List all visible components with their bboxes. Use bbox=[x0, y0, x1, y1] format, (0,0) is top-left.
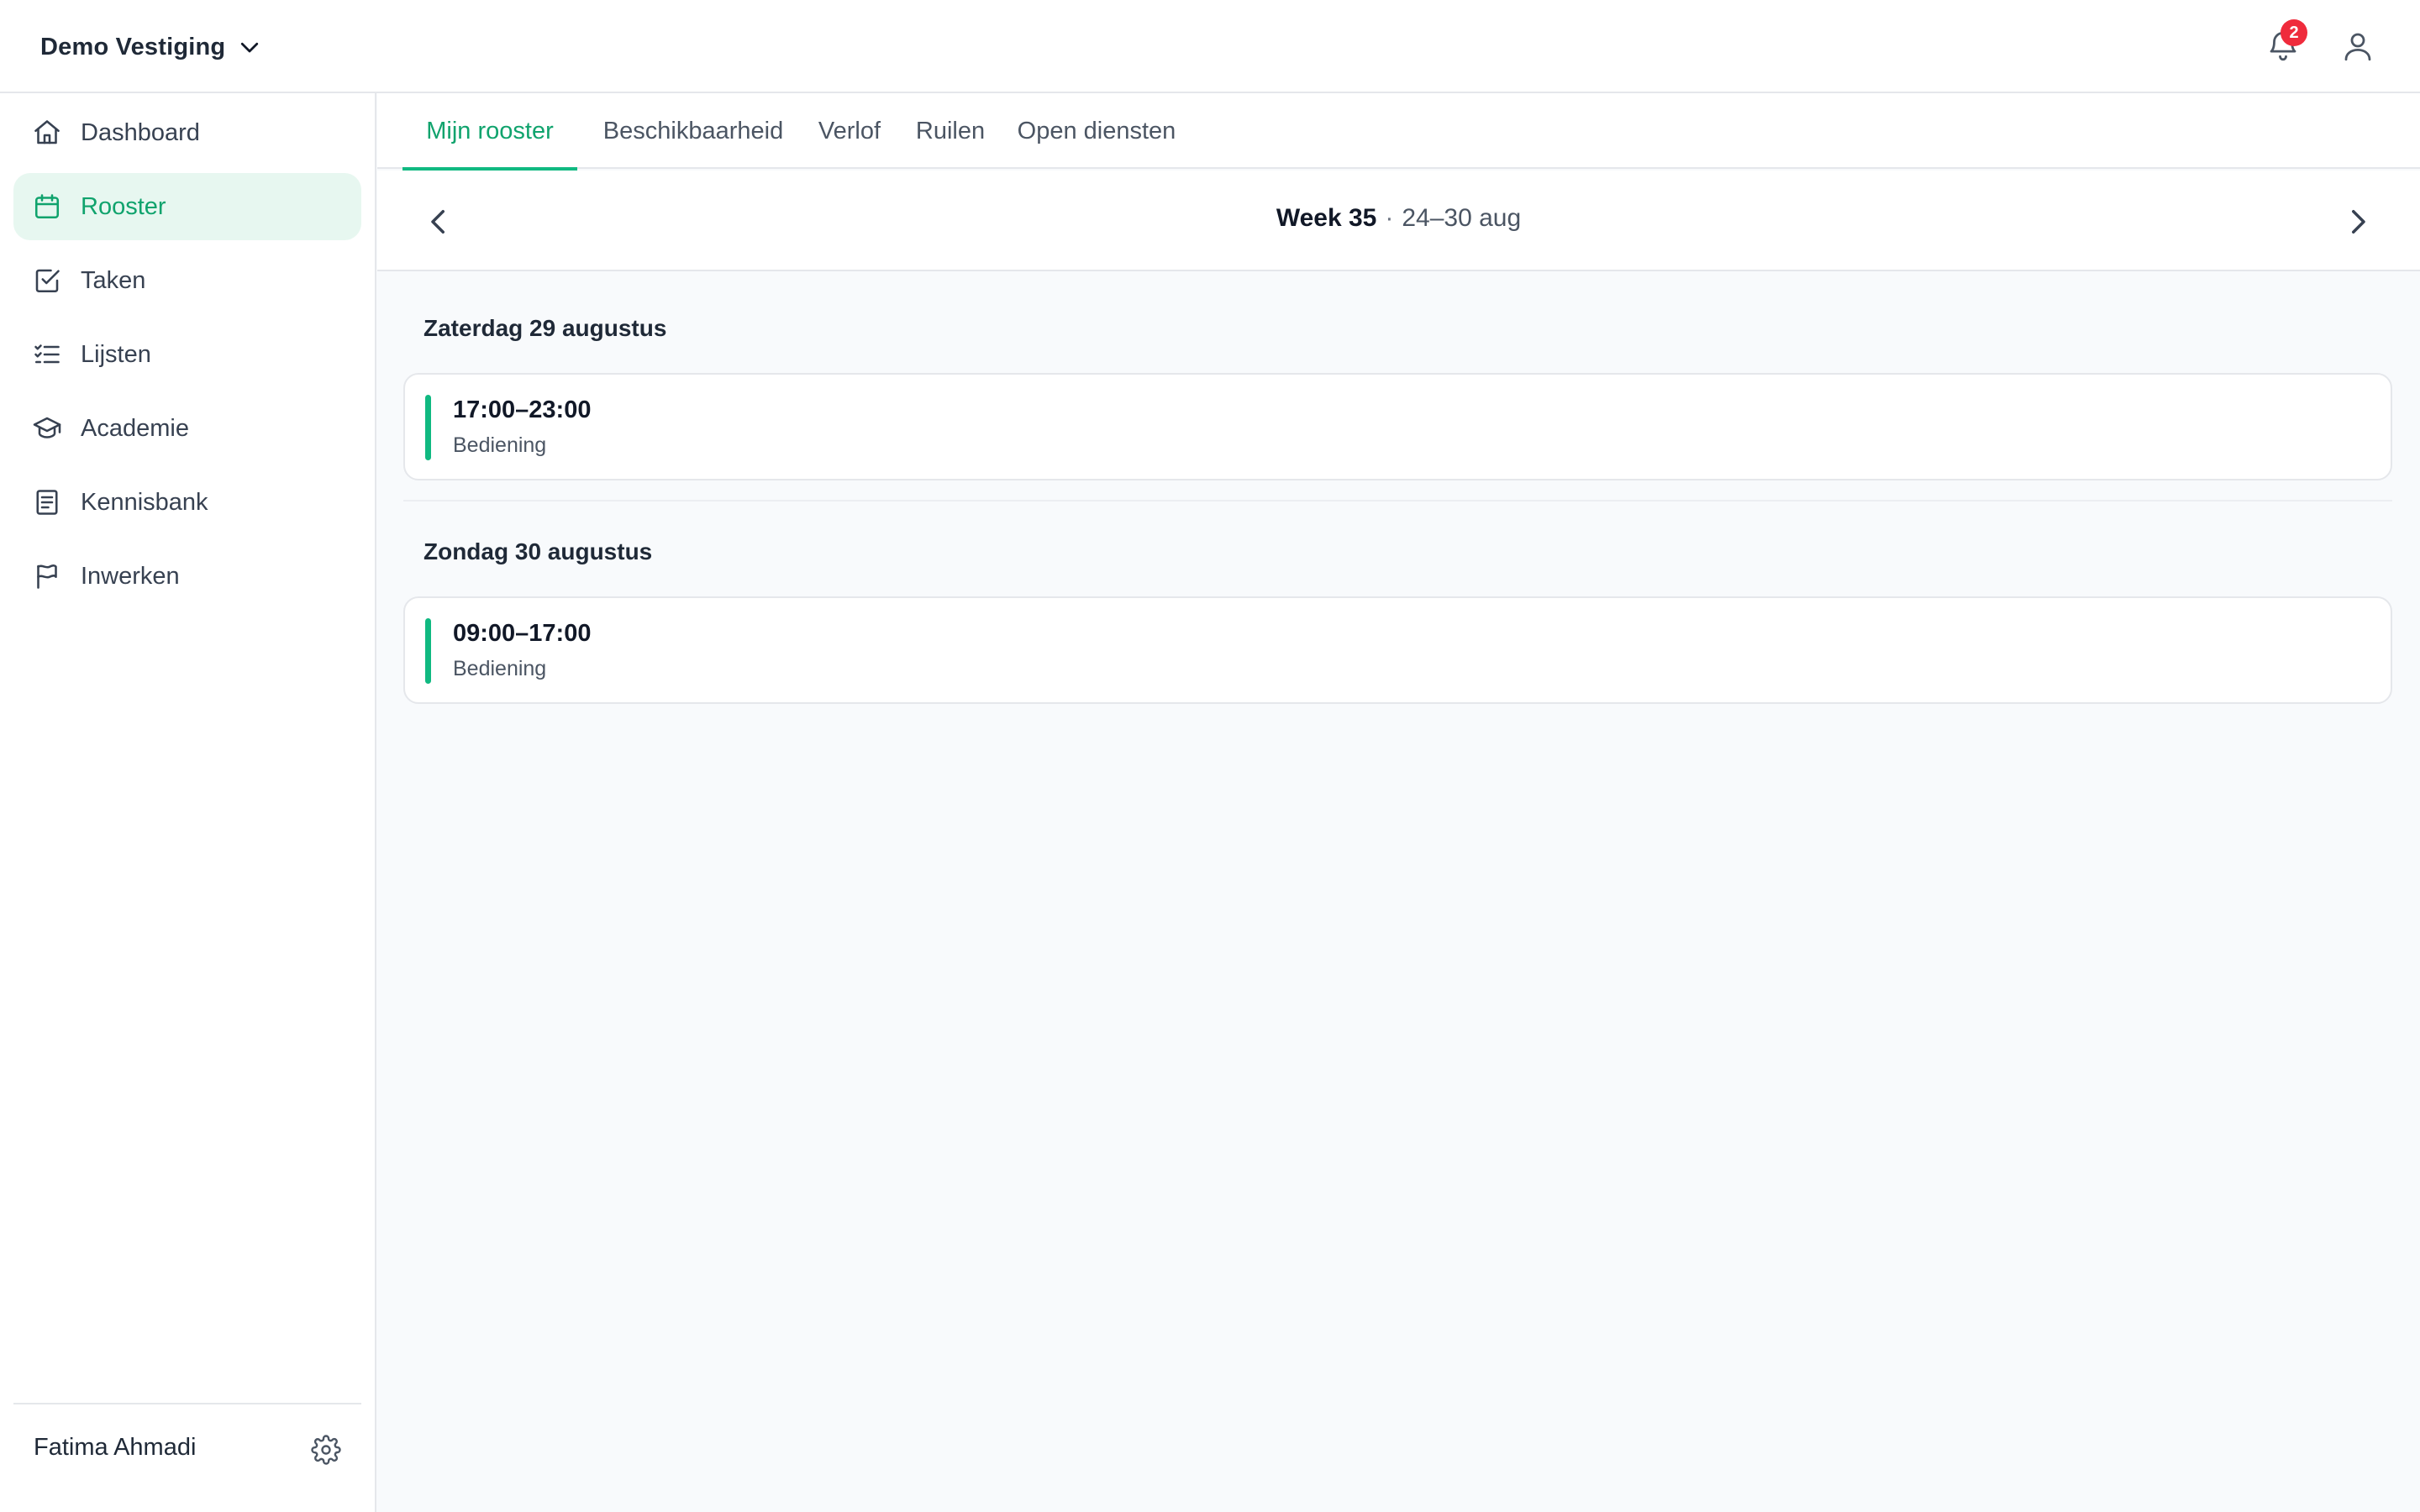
chevron-right-icon bbox=[2340, 204, 2375, 239]
week-navigator: Week 35 · 24–30 aug bbox=[377, 171, 2420, 271]
top-bar: Demo Vestiging 2 bbox=[0, 0, 2420, 93]
chevron-down-icon bbox=[237, 34, 262, 60]
sidebar-item-label: Rooster bbox=[81, 192, 166, 220]
week-date-range: 24–30 aug bbox=[1402, 204, 1522, 232]
week-number: Week 35 bbox=[1276, 204, 1377, 232]
day-divider bbox=[403, 500, 2392, 501]
shift-role: Bediening bbox=[453, 657, 547, 680]
shift-accent-bar bbox=[425, 395, 431, 460]
list-icon bbox=[32, 339, 62, 370]
book-icon bbox=[32, 487, 62, 517]
sidebar-item-label: Inwerken bbox=[81, 562, 180, 590]
checkbox-icon bbox=[32, 265, 62, 296]
gear-icon bbox=[311, 1435, 343, 1465]
user-menu-button[interactable] bbox=[2340, 29, 2379, 67]
location-switcher[interactable]: Demo Vestiging bbox=[40, 25, 262, 69]
calendar-icon bbox=[32, 192, 62, 222]
notification-badge: 2 bbox=[2281, 19, 2307, 46]
sidebar-item-kennisbank[interactable]: Kennisbank bbox=[13, 469, 361, 536]
graduation-cap-icon bbox=[32, 413, 62, 444]
sidebar-item-dashboard[interactable]: Dashboard bbox=[13, 99, 361, 166]
sidebar-item-label: Dashboard bbox=[81, 118, 200, 146]
tab-verlof[interactable]: Verlof bbox=[809, 93, 890, 169]
location-name: Demo Vestiging bbox=[40, 33, 226, 60]
home-icon bbox=[32, 118, 62, 148]
week-separator: · bbox=[1385, 204, 1394, 232]
sidebar-item-label: Lijsten bbox=[81, 340, 151, 368]
shift-time: 09:00–17:00 bbox=[453, 620, 592, 647]
schedule-tabs: Mijn rooster Beschikbaarheid Verlof Ruil… bbox=[377, 93, 2420, 171]
flag-icon bbox=[32, 561, 62, 591]
tab-mijn-rooster[interactable]: Mijn rooster bbox=[402, 93, 577, 171]
day-heading: Zaterdag 29 augustus bbox=[424, 315, 667, 341]
sidebar-item-label: Academie bbox=[81, 414, 189, 442]
tab-beschikbaarheid[interactable]: Beschikbaarheid bbox=[596, 93, 791, 169]
sidebar-item-lijsten[interactable]: Lijsten bbox=[13, 321, 361, 388]
shift-accent-bar bbox=[425, 618, 431, 684]
sidebar-divider bbox=[13, 1403, 361, 1404]
sidebar-item-rooster[interactable]: Rooster bbox=[13, 173, 361, 240]
tab-open-diensten[interactable]: Open diensten bbox=[1011, 93, 1182, 169]
sidebar-item-label: Taken bbox=[81, 266, 146, 294]
shift-role: Bediening bbox=[453, 433, 547, 457]
next-week-button[interactable] bbox=[2340, 204, 2375, 239]
user-icon bbox=[2340, 29, 2379, 64]
sidebar-item-taken[interactable]: Taken bbox=[13, 247, 361, 314]
sidebar-item-inwerken[interactable]: Inwerken bbox=[13, 543, 361, 610]
settings-button[interactable] bbox=[311, 1435, 343, 1467]
sidebar-item-label: Kennisbank bbox=[81, 488, 208, 516]
current-user-name: Fatima Ahmadi bbox=[34, 1434, 197, 1461]
week-label: Week 35 · 24–30 aug bbox=[377, 204, 2420, 233]
shift-card[interactable]: 09:00–17:00 Bediening bbox=[403, 596, 2392, 704]
day-heading: Zondag 30 augustus bbox=[424, 538, 653, 564]
sidebar-nav: Dashboard Rooster Taken Lijsten Academie bbox=[13, 99, 361, 617]
sidebar-item-academie[interactable]: Academie bbox=[13, 395, 361, 462]
shift-card[interactable]: 17:00–23:00 Bediening bbox=[403, 373, 2392, 480]
shift-time: 17:00–23:00 bbox=[453, 396, 592, 423]
sidebar: Dashboard Rooster Taken Lijsten Academie bbox=[0, 93, 376, 1512]
tab-ruilen[interactable]: Ruilen bbox=[908, 93, 992, 169]
